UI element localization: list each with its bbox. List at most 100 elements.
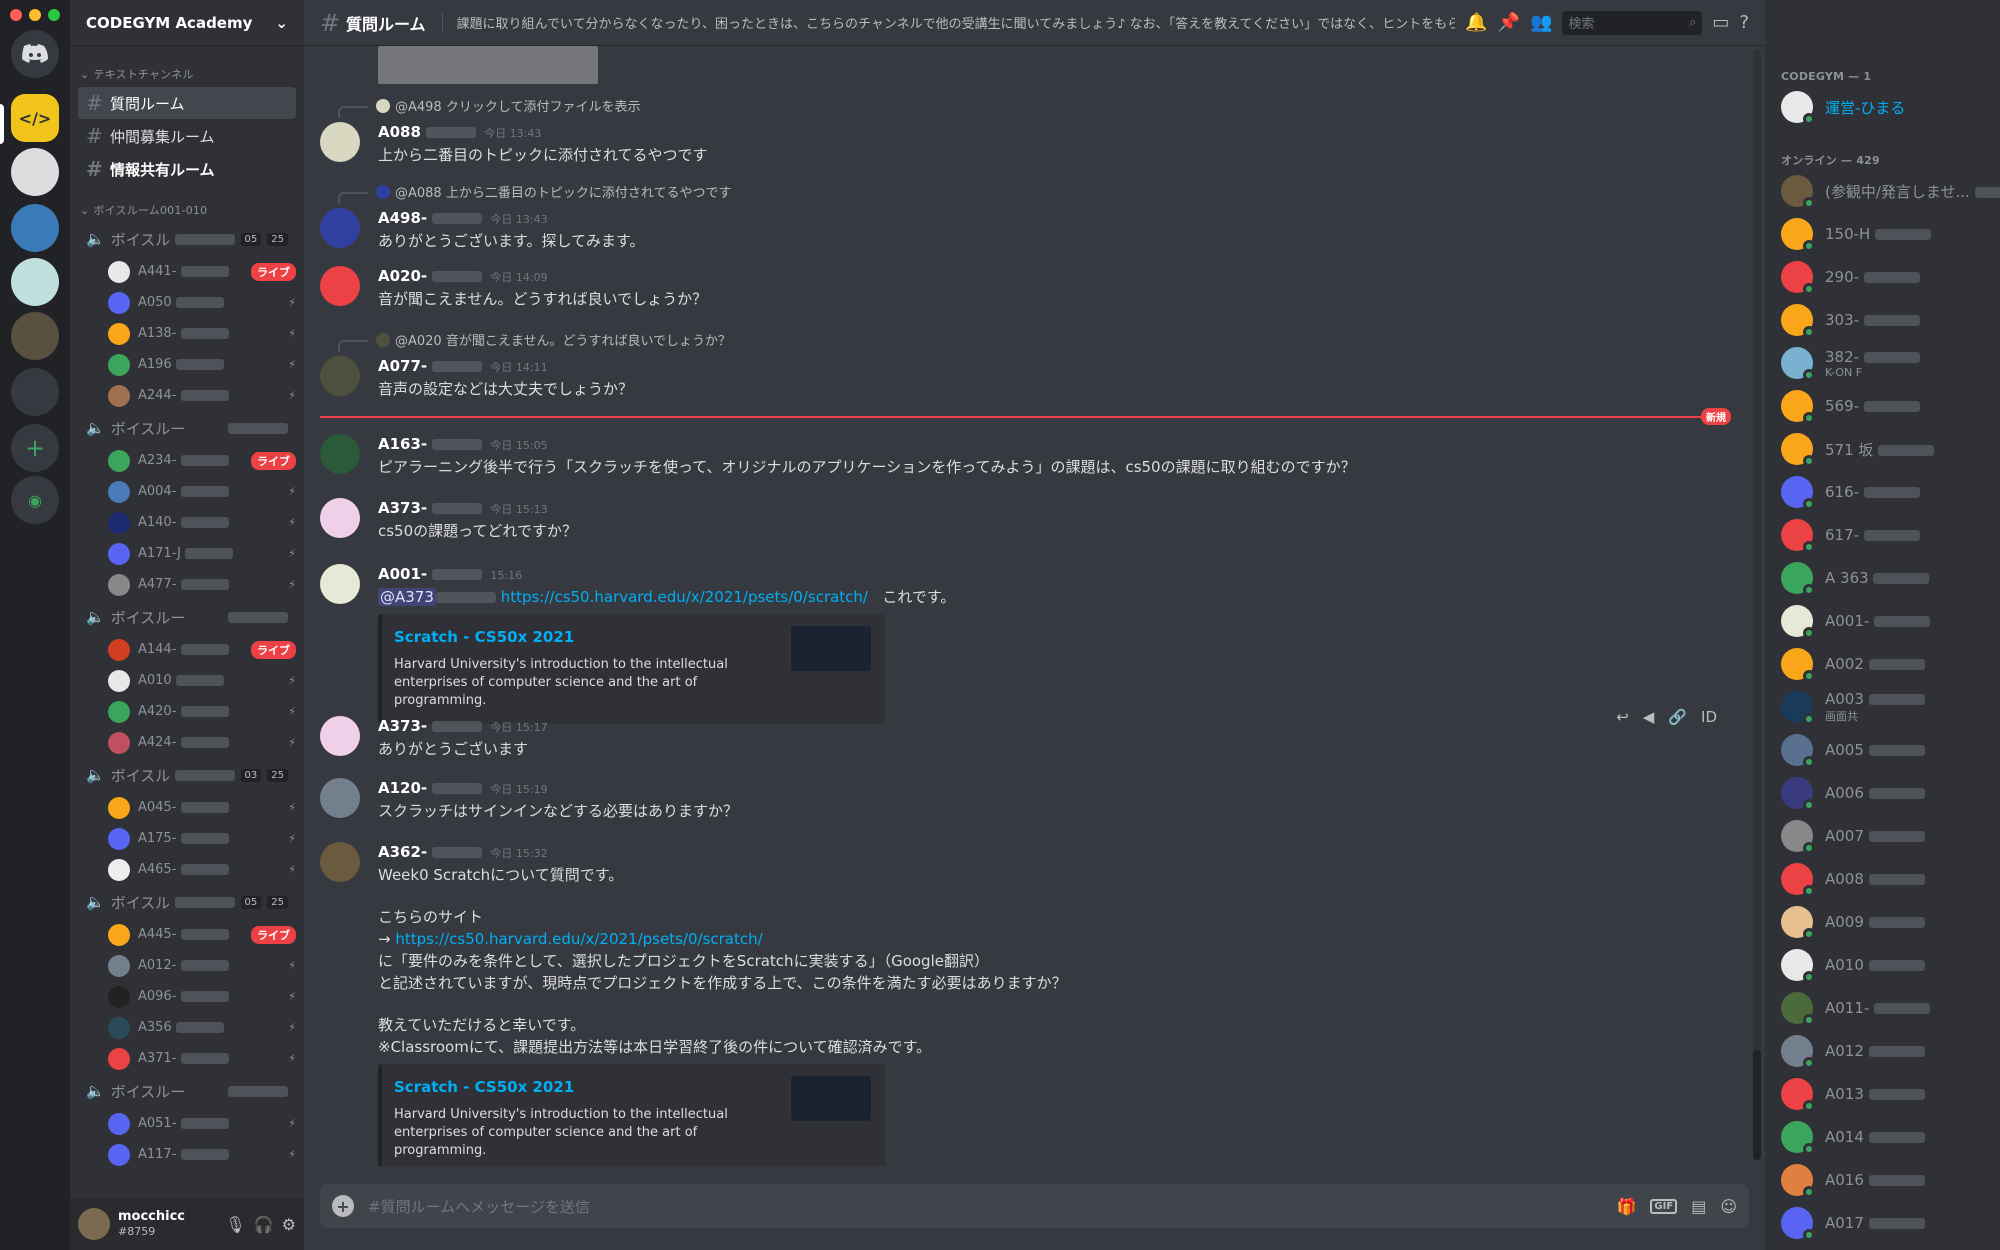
voice-user[interactable]: A424- ⚡ [108,727,296,758]
voice-user[interactable]: A010 ⚡ [108,665,296,696]
channel-topic[interactable]: 課題に取り組んでいて分からなくなったり、困ったときは、こちらのチャンネルで他の受… [441,13,1455,32]
author-name[interactable]: A373- [378,717,427,735]
author-name[interactable]: A077- [378,357,427,375]
members-icon[interactable]: 👥 [1530,12,1552,33]
voice-user[interactable]: A045- ⚡ [108,792,296,823]
member-item[interactable]: A005 [1781,729,1993,771]
voice-room[interactable]: 🔈ボイスルーム...0525 [78,223,296,255]
chat-message[interactable]: A163- 今日 15:05 ピアラーニング後半で行う「スクラッチを使って、オリジ… [320,434,1731,478]
voice-room[interactable]: 🔈ボイスルー0325 [78,759,296,791]
microphone-muted-icon[interactable]: 🎙 [225,1215,245,1234]
avatar[interactable] [320,208,360,248]
voice-room[interactable]: 🔈 ボイスルー [78,601,296,633]
tag-icon[interactable]: ◀ [1643,708,1655,726]
voice-user[interactable]: A138- ⚡ [108,318,296,349]
avatar[interactable] [320,356,360,396]
voice-user[interactable]: A004- ⚡ [108,476,296,507]
voice-user[interactable]: A356 ⚡ [108,1012,296,1043]
voice-user[interactable]: A234- ライブ [108,445,296,476]
server-icon[interactable] [11,258,59,306]
member-item[interactable]: A002 [1781,643,1993,685]
member-item[interactable]: 571 坂 [1781,428,1993,470]
author-name[interactable]: A163- [378,435,427,453]
chat-message[interactable]: A362- 今日 15:32 Week0 Scratchについて質問です。 こちらの… [320,842,1731,1166]
emoji-icon[interactable]: ☺ [1720,1197,1737,1216]
voice-user[interactable]: A012- ⚡ [108,950,296,981]
category-voice-rooms[interactable]: ⌄ ボイスルーム001-010 [70,186,304,222]
voice-user[interactable]: A096- ⚡ [108,981,296,1012]
chat-message[interactable]: @A088 上から二番目のトピックに添付されてるやつです A498- 今日 13:… [320,184,1731,252]
member-item[interactable]: A013 [1781,1073,1993,1115]
member-item[interactable]: A007 [1781,815,1993,857]
voice-user[interactable]: A196 ⚡ [108,349,296,380]
embed-thumbnail[interactable] [791,1076,871,1121]
voice-user[interactable]: A050 ⚡ [108,287,296,318]
author-name[interactable]: A020- [378,267,427,285]
member-admin[interactable]: 運営-ひまる [1781,86,1993,128]
chat-message[interactable]: A120- 今日 15:19 スクラッチはサインインなどする必要はありますか？ [320,778,1731,822]
member-item[interactable]: A003 画面共 [1781,686,1993,728]
channel-info-room[interactable]: # 情報共有ルーム [78,153,296,185]
voice-user[interactable]: A171-J ⚡ [108,538,296,569]
member-item[interactable]: A017 [1781,1202,1993,1244]
member-item[interactable]: A014 [1781,1116,1993,1158]
chat-message[interactable]: @A498 クリックして添付ファイルを表示 A088 今日 13:43 上から二番目… [320,98,1731,166]
attachment-image[interactable] [378,46,598,84]
member-item[interactable]: A012 [1781,1030,1993,1072]
scrollbar-thumb[interactable] [1753,1050,1761,1160]
voice-user[interactable]: A445- ライブ [108,919,296,950]
voice-room[interactable]: 🔈 ボイスルー [78,412,296,444]
chat-message[interactable]: A373- 今日 15:17 ありがとうございます [320,716,1731,760]
member-item[interactable]: 616- [1781,471,1993,513]
message-link[interactable]: https://cs50.harvard.edu/x/2021/psets/0/… [501,588,868,606]
gift-icon[interactable]: 🎁 [1617,1197,1637,1216]
member-item[interactable]: A006 [1781,772,1993,814]
voice-user[interactable]: A477- ⚡ [108,569,296,600]
chat-message[interactable]: A020- 今日 14:09 音が聞こえません。どうすれば良いでしょうか？ [320,266,1731,310]
avatar[interactable] [320,842,360,882]
minimize-window-button[interactable] [29,9,41,21]
voice-room[interactable]: 🔈 ボイスルー [78,1075,296,1107]
member-item[interactable]: (参観中/発言しませ... [1781,170,2000,212]
sticker-icon[interactable]: ▤ [1691,1197,1706,1216]
member-item[interactable]: 290- [1781,256,1993,298]
voice-user[interactable]: A117- ⚡ [108,1139,296,1170]
reply-preview[interactable]: @A498 クリックして添付ファイルを表示 [376,96,640,115]
avatar[interactable] [320,266,360,306]
author-name[interactable]: A001- [378,565,427,583]
voice-user[interactable]: A140- ⚡ [108,507,296,538]
voice-user[interactable]: A244- ⚡ [108,380,296,411]
voice-user[interactable]: A465- ⚡ [108,854,296,885]
voice-user[interactable]: A441- ライブ [108,256,296,287]
author-name[interactable]: A088 [378,123,421,141]
member-item[interactable]: A010 [1781,944,1993,986]
author-name[interactable]: A120- [378,779,427,797]
channel-recruit-room[interactable]: # 仲間募集ルーム [78,120,296,152]
avatar[interactable] [320,564,360,604]
member-item[interactable]: A001- [1781,600,1993,642]
gif-button[interactable]: GIF [1650,1198,1678,1214]
server-icon[interactable] [11,204,59,252]
member-item[interactable]: 303- [1781,299,1993,341]
server-icon[interactable] [11,312,59,360]
server-icon[interactable] [11,368,59,416]
pin-icon[interactable]: 📌 [1498,12,1520,33]
avatar[interactable] [320,716,360,756]
search-input[interactable]: 検索 ⌕ [1562,10,1703,35]
add-server-icon[interactable]: + [11,424,59,472]
inbox-icon[interactable]: ▭ [1712,12,1729,33]
member-item[interactable]: 150-H [1781,213,1993,255]
avatar[interactable] [320,498,360,538]
author-name[interactable]: A498- [378,209,427,227]
reply-icon[interactable]: ↩ [1616,708,1629,726]
avatar[interactable] [320,122,360,162]
gear-icon[interactable]: ⚙ [282,1215,296,1234]
category-text-channels[interactable]: ⌄ テキストチャンネル [70,46,304,86]
avatar[interactable] [78,1208,110,1240]
message-link[interactable]: https://cs50.harvard.edu/x/2021/psets/0/… [395,930,762,948]
voice-user[interactable]: A175- ⚡ [108,823,296,854]
chat-message[interactable]: A001- 15:16 @A373 https://cs50.harvard.ed… [320,564,1731,724]
avatar[interactable] [320,434,360,474]
channel-question-room[interactable]: # 質問ルーム [78,87,296,119]
voice-user[interactable]: A371- ⚡ [108,1043,296,1074]
